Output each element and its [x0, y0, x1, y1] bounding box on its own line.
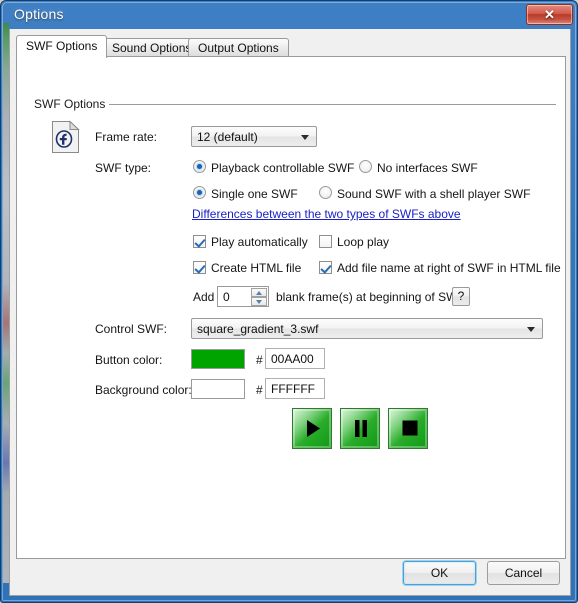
- frame-rate-dropdown[interactable]: 12 (default): [191, 126, 317, 147]
- button-color-label: Button color:: [95, 353, 163, 367]
- play-icon: [307, 420, 320, 437]
- preview-play-button[interactable]: [292, 408, 332, 449]
- checkbox-label-add-file-name-right-of-swf[interactable]: Add file name at right of SWF in HTML fi…: [337, 261, 561, 275]
- checkbox-label-create-html-file[interactable]: Create HTML file: [211, 261, 301, 275]
- blank-frames-suffix-label: blank frame(s) at beginning of SWF: [276, 290, 465, 304]
- ok-button[interactable]: OK: [403, 561, 476, 585]
- spinner-up-icon[interactable]: [251, 288, 267, 297]
- background-color-hex-value: FFFFFF: [271, 382, 315, 396]
- tab-strip: SWF Options Sound Options Output Options: [16, 35, 566, 58]
- options-dialog-window: Options ✕ SWF Options Sound Options Outp…: [0, 0, 578, 603]
- tab-swf-options[interactable]: SWF Options: [16, 35, 108, 58]
- radio-label-single-one-swf[interactable]: Single one SWF: [211, 187, 298, 201]
- checkbox-add-file-name-right-of-swf[interactable]: [319, 261, 332, 274]
- checkbox-label-loop-play[interactable]: Loop play: [337, 235, 389, 249]
- control-swf-dropdown[interactable]: square_gradient_3.swf: [191, 318, 543, 339]
- background-color-label: Background color:: [95, 383, 192, 397]
- control-swf-value: square_gradient_3.swf: [197, 322, 319, 336]
- blank-frames-spinner[interactable]: 0: [217, 286, 269, 307]
- dialog-client-area: SWF Options Sound Options Output Options…: [9, 29, 571, 596]
- blank-frames-prefix-label: Add: [193, 290, 215, 304]
- tab-sound-options[interactable]: Sound Options: [102, 38, 202, 57]
- background-color-hash: #: [256, 383, 263, 397]
- radio-label-playback-controllable-swf[interactable]: Playback controllable SWF: [211, 161, 354, 175]
- differences-link[interactable]: Differences between the two types of SWF…: [192, 207, 461, 221]
- radio-single-one-swf[interactable]: [193, 186, 206, 199]
- frame-rate-label: Frame rate:: [95, 130, 158, 144]
- group-box-separator: [106, 104, 556, 105]
- radio-no-interfaces-swf[interactable]: [359, 160, 372, 173]
- chevron-down-icon: [301, 135, 309, 140]
- background-color-swatch[interactable]: [191, 379, 245, 399]
- control-swf-label: Control SWF:: [95, 322, 168, 336]
- preview-stop-button[interactable]: [388, 408, 428, 449]
- group-box-title: SWF Options: [30, 97, 110, 111]
- flash-document-icon: [51, 120, 81, 154]
- radio-label-no-interfaces-swf[interactable]: No interfaces SWF: [377, 161, 478, 175]
- radio-sound-swf-shell-player[interactable]: [319, 186, 332, 199]
- cancel-button[interactable]: Cancel: [487, 561, 560, 585]
- checkbox-label-play-automatically[interactable]: Play automatically: [211, 235, 308, 249]
- window-title: Options: [14, 6, 64, 22]
- swf-type-label: SWF type:: [95, 161, 152, 175]
- checkbox-loop-play[interactable]: [319, 235, 332, 248]
- button-color-swatch[interactable]: [191, 349, 245, 369]
- checkbox-play-automatically[interactable]: [193, 235, 206, 248]
- blank-frames-value: 0: [223, 290, 230, 304]
- blank-frames-help-button[interactable]: ?: [452, 287, 470, 306]
- radio-label-sound-swf-shell-player[interactable]: Sound SWF with a shell player SWF: [337, 187, 530, 201]
- chevron-down-icon: [527, 327, 535, 332]
- preview-pause-button[interactable]: [340, 408, 380, 449]
- close-icon: ✕: [544, 7, 555, 22]
- button-color-hex-value: 00AA00: [271, 352, 314, 366]
- pause-icon: [355, 420, 367, 437]
- close-button[interactable]: ✕: [526, 4, 573, 25]
- checkbox-create-html-file[interactable]: [193, 261, 206, 274]
- stop-icon: [402, 420, 418, 436]
- background-color-hex-input[interactable]: FFFFFF: [265, 378, 325, 399]
- frame-rate-value: 12 (default): [197, 130, 258, 144]
- tab-output-options[interactable]: Output Options: [188, 38, 289, 57]
- radio-playback-controllable-swf[interactable]: [193, 160, 206, 173]
- title-bar[interactable]: Options ✕: [1, 1, 578, 29]
- button-color-hex-input[interactable]: 00AA00: [265, 348, 325, 369]
- spinner-down-icon[interactable]: [251, 297, 267, 306]
- button-color-hash: #: [256, 353, 263, 367]
